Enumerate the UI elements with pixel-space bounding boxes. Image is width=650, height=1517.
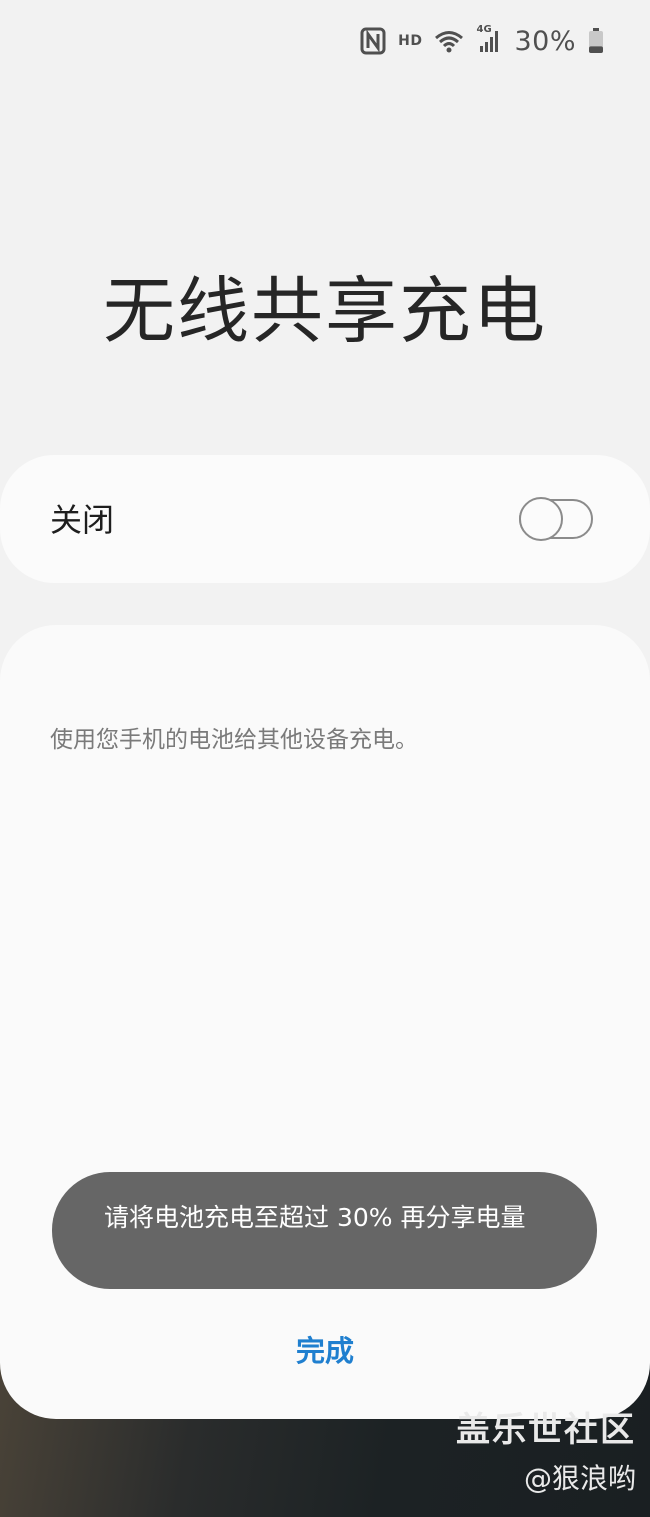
status-bar: HD 4G 30% [360, 22, 604, 60]
battery-icon [588, 28, 604, 54]
watermark: 盖乐世社区 @狠浪哟 [456, 1402, 636, 1497]
network-type-label: 4G [476, 24, 492, 35]
watermark-community: 盖乐世社区 [456, 1410, 636, 1450]
switch-knob [519, 497, 563, 541]
main-sheet: 使用您手机的电池给其他设备充电。 请将电池充电至超过 30% 再分享电量 完成 [0, 625, 650, 1419]
toggle-label: 关闭 [50, 501, 115, 539]
battery-percent: 30% [514, 25, 576, 57]
watermark-author: @狠浪哟 [523, 1462, 636, 1495]
page-title: 无线共享充电 [102, 269, 547, 353]
wifi-icon [434, 29, 464, 53]
toast-message: 请将电池充电至超过 30% 再分享电量 [52, 1172, 597, 1289]
done-button[interactable]: 完成 [0, 1328, 650, 1370]
hd-icon: HD [398, 33, 423, 49]
4g-signal-icon: 4G [476, 24, 502, 54]
nfc-icon [360, 27, 386, 55]
description-text: 使用您手机的电池给其他设备充电。 [50, 727, 418, 753]
